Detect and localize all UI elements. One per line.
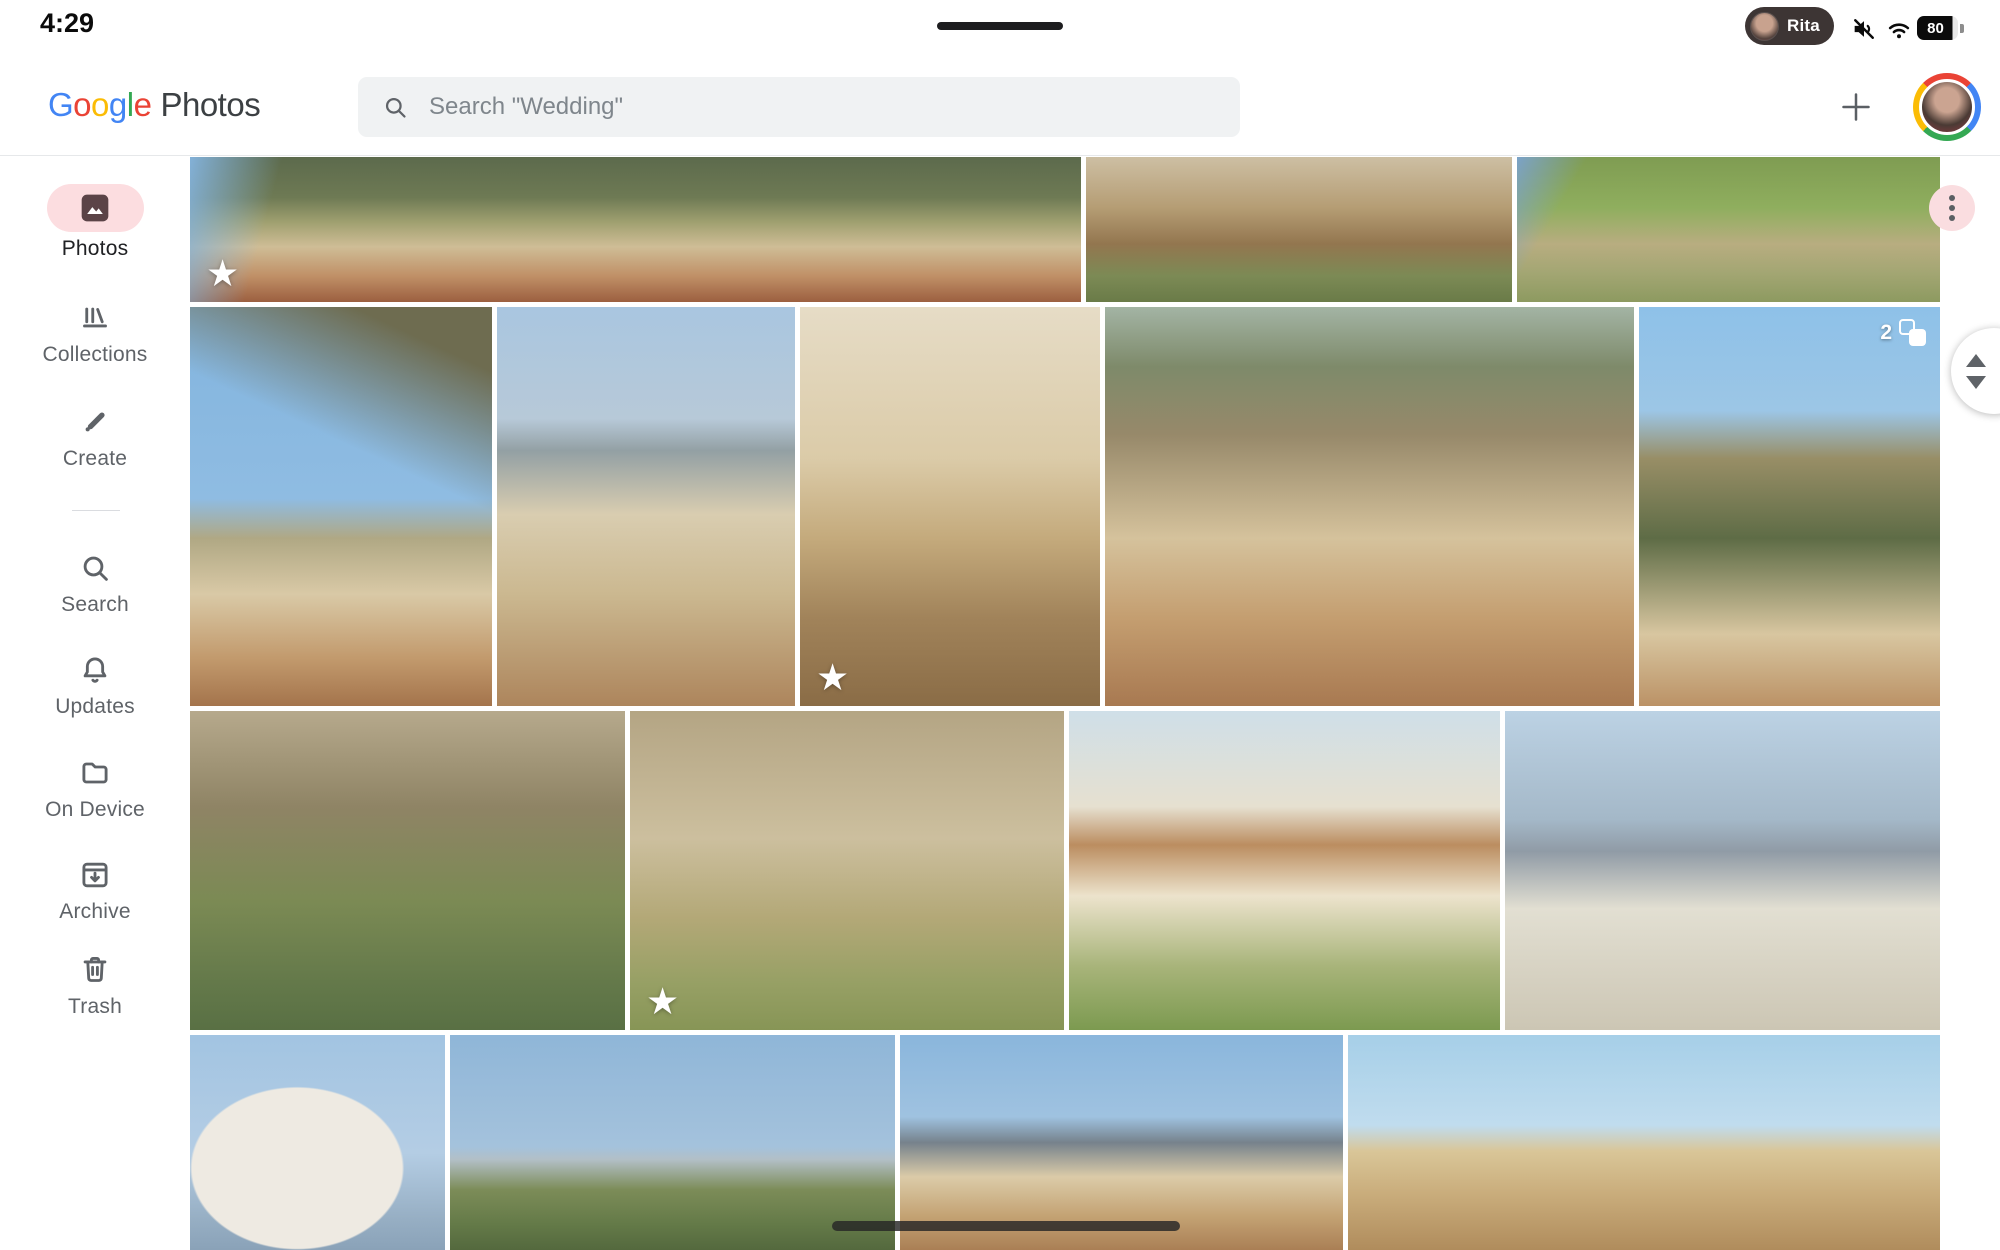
folder-icon [77,755,113,791]
sidebar-item-label: Photos [62,237,129,261]
icon-box [77,298,113,338]
photo-tile[interactable] [1086,157,1512,302]
sidebar-divider [72,510,120,511]
sidebar-item-search[interactable]: Search [0,548,190,617]
active-pill [47,184,144,232]
photo-tile[interactable] [497,307,795,706]
icon-box [77,753,113,793]
sidebar-item-label: Search [61,593,129,617]
header-divider [0,155,2000,156]
sidebar-item-label: Archive [59,900,130,924]
stack-badge: 2 [1880,319,1926,346]
search-input[interactable] [429,93,1216,121]
battery-icon: 80 [1917,16,1958,40]
photo-tile[interactable] [1069,711,1500,1030]
photo-tile[interactable] [190,711,625,1030]
shared-user-pill[interactable]: Rita [1745,7,1834,45]
photo-tile[interactable]: 2 [1639,307,1940,706]
sidebar-item-on-device[interactable]: On Device [0,753,190,822]
photo-tile[interactable] [450,1035,895,1250]
multitasking-grabber[interactable] [937,22,1063,30]
sidebar-item-trash[interactable]: Trash [0,950,190,1019]
photo-tile[interactable] [1505,711,1940,1030]
home-indicator[interactable] [832,1221,1180,1231]
bell-icon [77,652,113,688]
favorite-star-icon: ★ [206,255,239,292]
icon-box [77,855,113,895]
more-options-icon [1949,195,1955,201]
icon-box [77,650,113,690]
photo-tile[interactable] [900,1035,1343,1250]
photo-tile[interactable]: ★ [630,711,1064,1030]
grid-row: ★2 [190,307,1940,706]
search-icon [382,94,409,121]
scrub-up-icon [1966,354,1986,367]
create-icon [77,404,113,440]
plus-icon [1836,87,1876,127]
sidebar-item-label: Create [63,447,127,471]
sidebar-item-archive[interactable]: Archive [0,855,190,924]
timeline-scrubber[interactable] [1951,328,2000,414]
search-bar[interactable] [358,77,1240,137]
grid-row [190,1035,1940,1250]
sidebar-nav: Photos Collections Create Search Updates On D… [0,156,190,1250]
status-time: 4:29 [40,8,94,39]
collections-icon [77,300,113,336]
google-wordmark: Google [48,86,151,124]
photo-tile[interactable]: ★ [190,157,1081,302]
photo-tile[interactable] [1517,157,1940,302]
search-icon [77,550,113,586]
user-pill-name: Rita [1787,16,1820,36]
stack-count: 2 [1880,321,1892,345]
icon-box [77,548,113,588]
google-photos-logo: Google Photos [48,86,260,124]
sidebar-item-label: Collections [43,343,148,367]
archive-icon [77,857,113,893]
grid-row: ★ [190,711,1940,1030]
product-name: Photos [160,86,260,124]
sidebar-item-updates[interactable]: Updates [0,650,190,719]
stack-icon [1899,319,1926,346]
favorite-star-icon: ★ [816,659,849,696]
grid-row: ★ [190,157,1940,302]
scrub-down-icon [1966,376,1986,389]
trash-icon [77,952,113,988]
photos-icon [75,188,115,228]
photo-grid: ★★2★ [190,157,1940,1250]
account-avatar[interactable] [1913,73,1981,141]
photo-tile[interactable]: ★ [800,307,1100,706]
wifi-icon [1884,15,1914,43]
photo-tile[interactable] [190,307,492,706]
favorite-star-icon: ★ [646,983,679,1020]
icon-box [77,950,113,990]
sidebar-item-label: On Device [45,798,145,822]
more-options-button[interactable] [1929,185,1975,231]
icon-box [77,402,113,442]
mute-icon [1850,15,1878,43]
battery-percent: 80 [1927,20,1944,37]
sidebar-item-label: Trash [68,995,122,1019]
sidebar-item-photos[interactable]: Photos [0,184,190,261]
photo-tile[interactable] [1348,1035,1940,1250]
photo-tile[interactable] [190,1035,445,1250]
user-mini-avatar [1750,12,1779,41]
sidebar-item-label: Updates [55,695,135,719]
sidebar-item-create[interactable]: Create [0,402,190,471]
sidebar-item-collections[interactable]: Collections [0,298,190,367]
add-button[interactable] [1833,84,1879,130]
battery-nub [1960,24,1964,33]
avatar-photo [1919,79,1975,135]
photo-tile[interactable] [1105,307,1634,706]
